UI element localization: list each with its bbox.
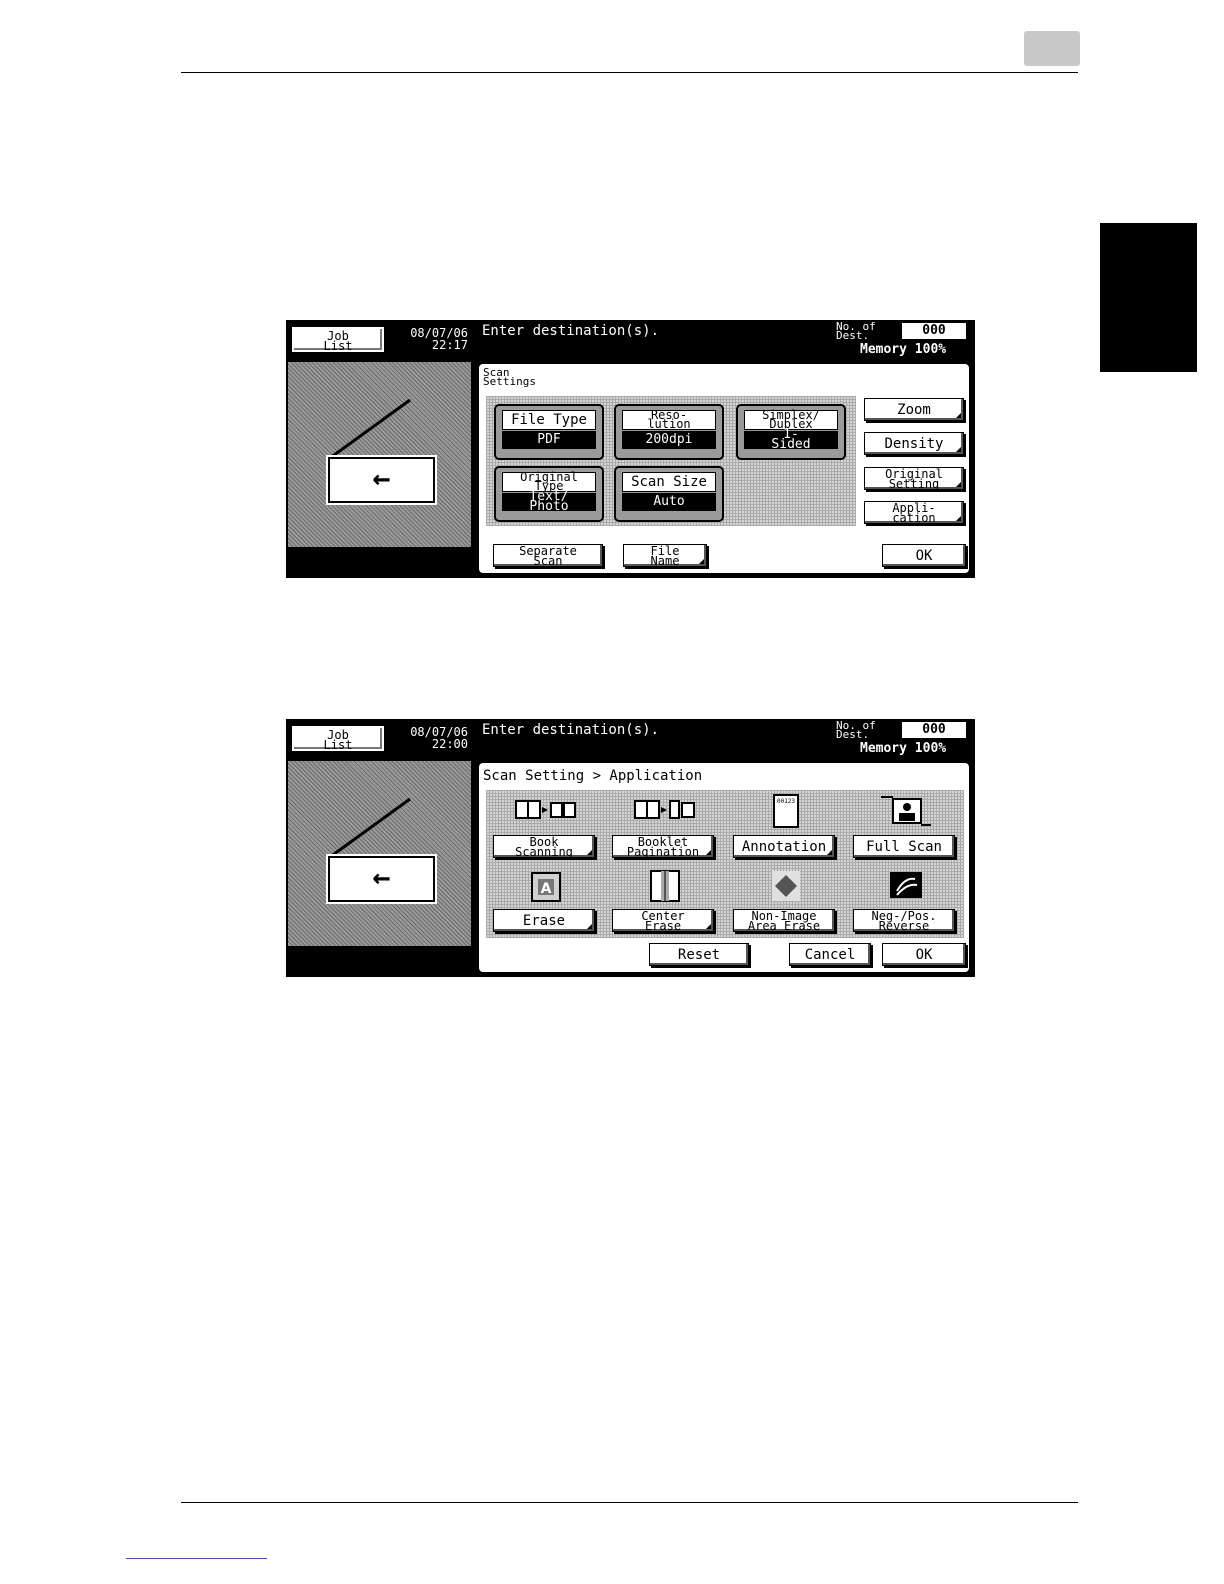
scan-settings-screen: Job List 08/07/06 22:17 Enter destination(… xyxy=(286,320,975,578)
annotation-button[interactable]: Annotation xyxy=(733,835,835,858)
back-arrow-icon: ← xyxy=(328,457,435,503)
dest-count-value: 000 xyxy=(902,323,966,339)
svg-text:A: A xyxy=(541,881,552,897)
scan-settings-area: Scan Settings File Type PDF Reso-lution 2… xyxy=(477,362,971,575)
application-button[interactable]: Appli-cation xyxy=(864,501,964,524)
svg-text:00123: 00123 xyxy=(777,798,795,805)
annotation-icon: 00123 xyxy=(773,794,799,828)
booklet-pagination-icon xyxy=(634,800,695,819)
memory-status: Memory 100% xyxy=(860,342,947,357)
scan-preview: ← xyxy=(288,362,471,547)
job-list-button[interactable]: Job List xyxy=(292,327,384,352)
erase-icon: A xyxy=(531,872,561,902)
booklet-pagination-button[interactable]: Booklet Pagination xyxy=(612,835,714,858)
book-scanning-button[interactable]: Book Scanning xyxy=(493,835,595,858)
separate-scan-button[interactable]: Separate Scan xyxy=(493,544,603,567)
erase-button[interactable]: Erase xyxy=(493,909,595,932)
non-image-area-erase-icon xyxy=(772,871,800,901)
scan-size-setting[interactable]: Scan Size Auto xyxy=(614,466,724,522)
scanner-lid-icon xyxy=(329,797,411,859)
scanner-lid-icon xyxy=(329,398,411,460)
book-scanning-cell: Book Scanning xyxy=(489,791,603,863)
panel-title: Scan Settings xyxy=(483,366,536,388)
page-number-tab xyxy=(1024,31,1080,66)
neg-pos-reverse-cell: Neg-/Pos. Reverse xyxy=(849,867,963,939)
ok-button[interactable]: OK xyxy=(882,943,966,966)
simplex-duplex-setting[interactable]: Simplex/Duplex 1- Sided xyxy=(736,404,846,460)
file-name-button[interactable]: File Name xyxy=(623,544,707,567)
ok-button[interactable]: OK xyxy=(882,544,966,567)
non-image-area-erase-button[interactable]: Non-Image Area Erase xyxy=(733,909,835,932)
neg-pos-reverse-button[interactable]: Neg-/Pos. Reverse xyxy=(853,909,955,932)
non-image-area-erase-cell: Non-Image Area Erase xyxy=(729,867,843,939)
memory-status: Memory 100% xyxy=(860,741,947,756)
dest-count-label: No. of Dest. xyxy=(836,320,876,342)
footer-link-underline xyxy=(126,1558,267,1559)
back-arrow-icon: ← xyxy=(328,856,435,902)
status-message: Enter destination(s). xyxy=(482,722,660,738)
scan-preview: ← xyxy=(288,761,471,946)
full-scan-cell: Full Scan xyxy=(849,791,963,863)
dest-count-value: 000 xyxy=(902,722,966,738)
application-screen: Job List 08/07/06 22:00 Enter destination(… xyxy=(286,719,975,977)
application-area: Scan Setting > Application Book Scanning … xyxy=(477,761,971,974)
job-list-button[interactable]: Job List xyxy=(292,726,384,751)
date-time: 08/07/06 22:17 xyxy=(410,326,468,352)
chapter-tab xyxy=(1100,223,1197,372)
footer-rule xyxy=(181,1502,1078,1503)
reset-button[interactable]: Reset xyxy=(649,943,749,966)
original-setting-button[interactable]: Original Setting xyxy=(864,467,964,490)
zoom-button[interactable]: Zoom xyxy=(864,398,964,421)
center-erase-cell: Center Erase xyxy=(608,867,722,939)
breadcrumb: Scan Setting > Application xyxy=(483,768,703,784)
cancel-button[interactable]: Cancel xyxy=(789,943,871,966)
header-rule xyxy=(181,72,1078,73)
status-message: Enter destination(s). xyxy=(482,323,660,339)
full-scan-icon xyxy=(881,796,931,826)
date-time: 08/07/06 22:00 xyxy=(410,725,468,751)
resolution-setting[interactable]: Reso-lution 200dpi xyxy=(614,404,724,460)
neg-pos-reverse-icon xyxy=(890,872,922,898)
original-type-setting[interactable]: Original Type Text/Photo xyxy=(494,466,604,522)
annotation-cell: 00123 Annotation xyxy=(729,791,843,863)
density-button[interactable]: Density xyxy=(864,432,964,455)
file-type-setting[interactable]: File Type PDF xyxy=(494,404,604,460)
full-scan-button[interactable]: Full Scan xyxy=(853,835,955,858)
dest-count-label: No. of Dest. xyxy=(836,719,876,741)
erase-cell: A Erase xyxy=(489,867,603,939)
center-erase-icon xyxy=(650,870,680,902)
center-erase-button[interactable]: Center Erase xyxy=(612,909,714,932)
booklet-pagination-cell: Booklet Pagination xyxy=(608,791,722,863)
book-scanning-icon xyxy=(515,800,576,819)
